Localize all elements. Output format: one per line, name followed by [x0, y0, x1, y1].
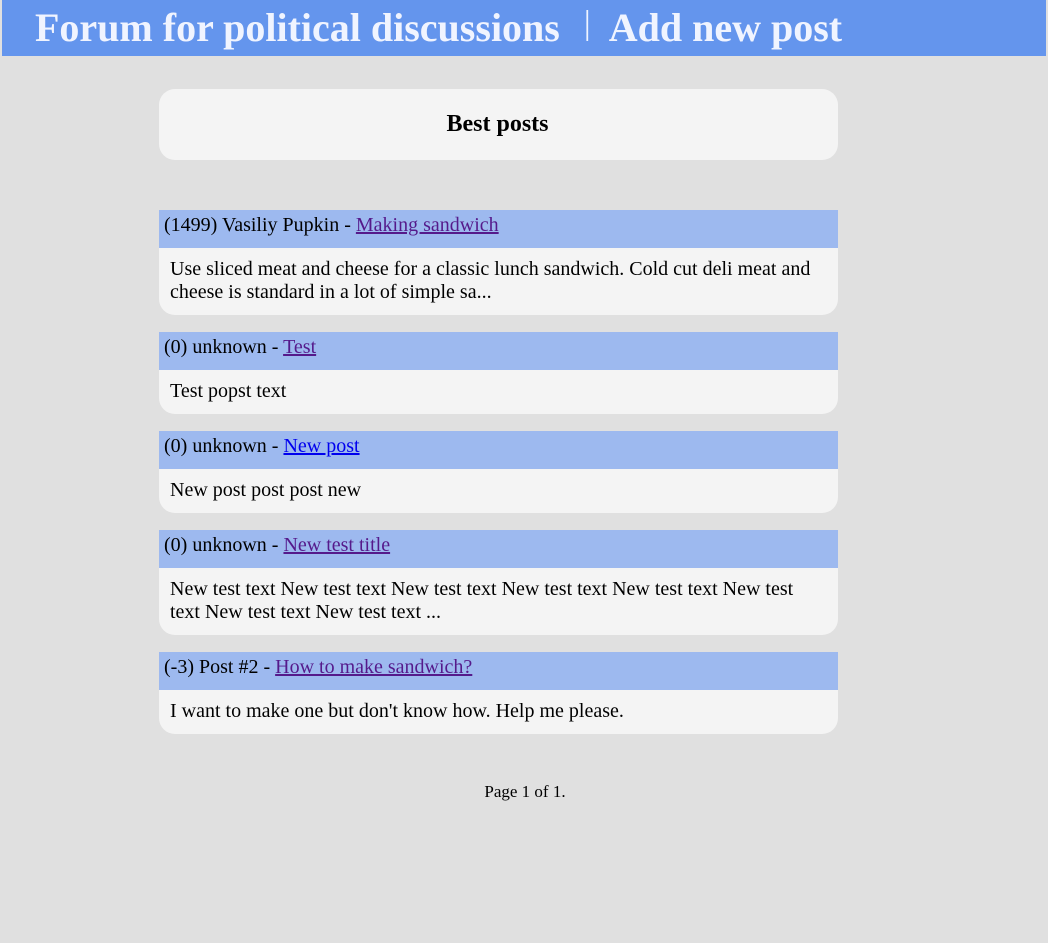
- post-excerpt: New post post post new: [170, 479, 362, 501]
- section-heading: Best posts: [446, 111, 549, 137]
- pagination-text: Page 1 of 1.: [484, 782, 566, 801]
- post-score: (1499): [164, 214, 218, 236]
- post-title-link[interactable]: Test: [283, 336, 316, 358]
- post-author: Post #2: [198, 656, 259, 678]
- post-header: (1499) Vasiliy Pupkin - Making sandwich: [159, 210, 838, 248]
- post-excerpt: New test text New test text New test tex…: [170, 578, 794, 623]
- post-dash: -: [271, 336, 279, 358]
- post-header: (-3) Post #2 - How to make sandwich?: [159, 652, 838, 690]
- post-title-link[interactable]: Making sandwich: [356, 214, 499, 236]
- post-title-link[interactable]: How to make sandwich?: [275, 656, 472, 678]
- post-dash: -: [271, 435, 279, 457]
- post-score: (-3): [164, 656, 194, 678]
- post-header: (0) unknown - Test: [159, 332, 838, 370]
- post-dash: -: [344, 214, 351, 236]
- site-title-link[interactable]: Forum for political discussions: [35, 0, 560, 56]
- post-author: unknown: [192, 534, 267, 556]
- post-score: (0): [164, 336, 188, 358]
- post-card: (0) unknown - Test Test popst text: [159, 332, 838, 414]
- post-excerpt: Use sliced meat and cheese for a classic…: [170, 258, 811, 303]
- post-header: (0) unknown - New test title: [159, 530, 838, 568]
- post-author: unknown: [192, 336, 267, 358]
- post-dash: -: [271, 534, 279, 556]
- site-header: Forum for political discussions | Add ne…: [2, 0, 1046, 56]
- post-score: (0): [164, 534, 188, 556]
- post-excerpt: Test popst text: [170, 380, 287, 402]
- section-heading-box: Best posts: [159, 89, 838, 160]
- post-score: (0): [164, 435, 188, 457]
- post-title-link[interactable]: New post: [283, 435, 359, 457]
- post-list: (1499) Vasiliy Pupkin - Making sandwich …: [159, 210, 838, 751]
- header-separator: |: [583, 5, 591, 42]
- add-new-post-link[interactable]: Add new post: [609, 0, 842, 56]
- post-author: Vasiliy Pupkin: [221, 214, 340, 236]
- post-dash: -: [263, 656, 271, 678]
- pagination: Page 1 of 1.: [0, 782, 1048, 802]
- post-card: (1499) Vasiliy Pupkin - Making sandwich …: [159, 210, 838, 315]
- post-excerpt: I want to make one but don't know how. H…: [170, 700, 624, 722]
- post-header: (0) unknown - New post: [159, 431, 838, 469]
- post-author: unknown: [192, 435, 267, 457]
- post-card: (0) unknown - New test title New test te…: [159, 530, 838, 635]
- post-title-link[interactable]: New test title: [283, 534, 390, 556]
- post-card: (0) unknown - New post New post post pos…: [159, 431, 838, 513]
- post-card: (-3) Post #2 - How to make sandwich? I w…: [159, 652, 838, 734]
